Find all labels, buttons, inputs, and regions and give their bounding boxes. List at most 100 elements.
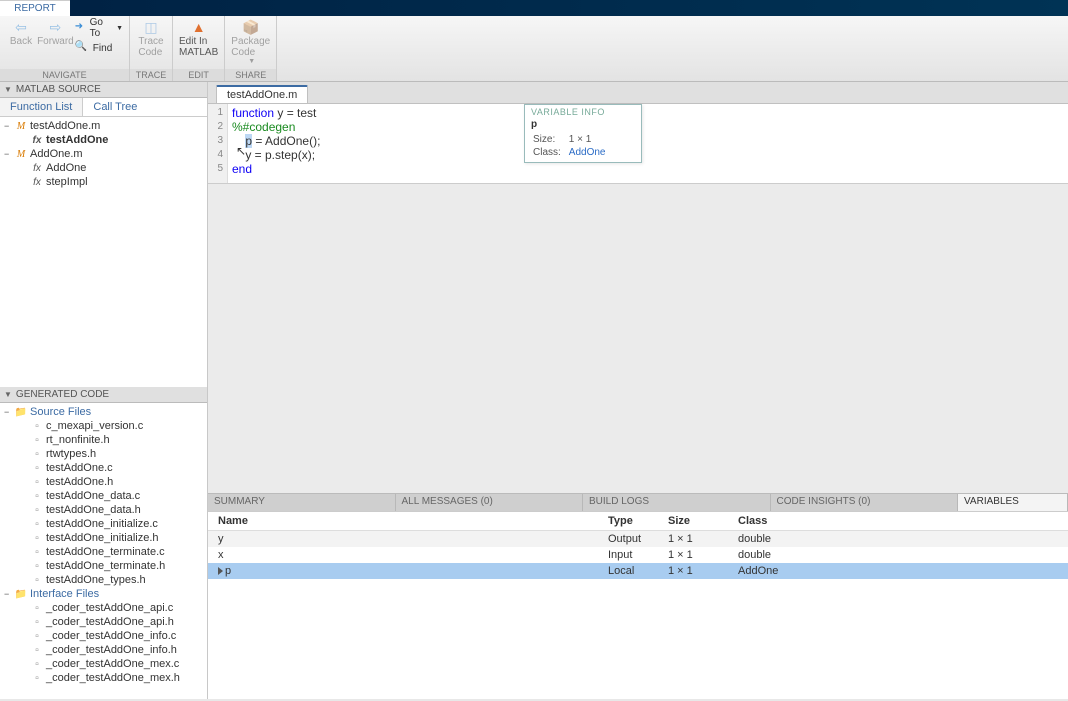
tree-item[interactable]: fxtestAddOne bbox=[0, 133, 207, 147]
fx-icon: fx bbox=[30, 177, 44, 188]
matlab-icon: ▲ bbox=[190, 18, 208, 36]
file-icon: ▫ bbox=[30, 617, 44, 628]
bottom-tabs: SUMMARY ALL MESSAGES (0) BUILD LOGS CODE… bbox=[208, 493, 1068, 511]
back-button[interactable]: ⇦Back bbox=[6, 18, 36, 47]
tree-item[interactable]: ▫testAddOne.h bbox=[0, 475, 207, 489]
edit-in-matlab-button[interactable]: ▲Edit In MATLAB bbox=[179, 18, 218, 58]
code-insights-tab[interactable]: CODE INSIGHTS (0) bbox=[771, 494, 959, 511]
tree-item[interactable]: ▫testAddOne_initialize.h bbox=[0, 531, 207, 545]
variables-table: Name Type Size Class yOutput1 × 1doublex… bbox=[208, 511, 1068, 699]
tooltip-class-link[interactable]: AddOne bbox=[569, 147, 606, 158]
file-icon: ▫ bbox=[30, 477, 44, 488]
file-icon: ▫ bbox=[30, 603, 44, 614]
tree-item[interactable]: ▫_coder_testAddOne_info.h bbox=[0, 643, 207, 657]
file-icon: ▫ bbox=[30, 575, 44, 586]
tree-item[interactable]: ▫rt_nonfinite.h bbox=[0, 433, 207, 447]
tree-item[interactable]: ▫_coder_testAddOne_mex.c bbox=[0, 657, 207, 671]
var-row[interactable]: xInput1 × 1double bbox=[208, 547, 1068, 563]
editor-tabs: testAddOne.m bbox=[208, 82, 1068, 104]
col-type[interactable]: Type bbox=[608, 515, 668, 527]
tooltip-var-name: p bbox=[531, 119, 635, 130]
tree-item[interactable]: ▫testAddOne_terminate.h bbox=[0, 559, 207, 573]
tree-item[interactable]: ▫testAddOne_types.h bbox=[0, 573, 207, 587]
file-icon: ▫ bbox=[30, 435, 44, 446]
cursor-icon: ↖ bbox=[236, 144, 246, 158]
tooltip-title: VARIABLE INFO bbox=[531, 107, 635, 117]
tree-item[interactable]: ▫testAddOne_terminate.c bbox=[0, 545, 207, 559]
tree-item[interactable]: ▫_coder_testAddOne_mex.h bbox=[0, 671, 207, 685]
tree-item[interactable]: ▫_coder_testAddOne_api.h bbox=[0, 615, 207, 629]
call-tree-tab[interactable]: Call Tree bbox=[83, 98, 147, 116]
file-icon: ▫ bbox=[30, 533, 44, 544]
report-tab[interactable]: REPORT bbox=[0, 0, 70, 16]
left-sidebar: ▼MATLAB SOURCE Function List Call Tree −… bbox=[0, 82, 208, 699]
source-subtabs: Function List Call Tree bbox=[0, 98, 207, 117]
tree-item[interactable]: −📁Interface Files bbox=[0, 587, 207, 601]
folder-icon: 📁 bbox=[14, 589, 28, 600]
trace-icon: ◫ bbox=[142, 18, 160, 36]
tree-item[interactable]: fxAddOne bbox=[0, 161, 207, 175]
tree-item[interactable]: −MtestAddOne.m bbox=[0, 119, 207, 133]
col-size[interactable]: Size bbox=[668, 515, 738, 527]
gutter: 12345 bbox=[208, 104, 228, 183]
collapse-icon: ▼ bbox=[4, 390, 12, 399]
file-icon: ▫ bbox=[30, 463, 44, 474]
tree-item[interactable]: ▫rtwtypes.h bbox=[0, 447, 207, 461]
summary-tab[interactable]: SUMMARY bbox=[208, 494, 396, 511]
tree-item[interactable]: ▫testAddOne_data.c bbox=[0, 489, 207, 503]
package-icon: 📦 bbox=[242, 18, 260, 36]
tree-item[interactable]: ▫_coder_testAddOne_api.c bbox=[0, 601, 207, 615]
editor-area[interactable]: 12345 function y = test%#codegen p = Add… bbox=[208, 104, 1068, 493]
file-icon: ▫ bbox=[30, 659, 44, 670]
source-tree[interactable]: −MtestAddOne.mfxtestAddOne−MAddOne.mfxAd… bbox=[0, 117, 207, 387]
back-icon: ⇦ bbox=[12, 18, 30, 36]
all-messages-tab[interactable]: ALL MESSAGES (0) bbox=[396, 494, 584, 511]
fx-icon: fx bbox=[30, 135, 44, 146]
file-icon: ▫ bbox=[30, 449, 44, 460]
trace-label: TRACE bbox=[130, 69, 172, 81]
collapse-icon: ▼ bbox=[4, 85, 12, 94]
folder-icon: 📁 bbox=[14, 407, 28, 418]
tree-item[interactable]: −📁Source Files bbox=[0, 405, 207, 419]
variables-tab[interactable]: VARIABLES bbox=[958, 494, 1068, 511]
file-icon: ▫ bbox=[30, 561, 44, 572]
var-table-header: Name Type Size Class bbox=[208, 512, 1068, 531]
goto-button[interactable]: ➜Go To▼ bbox=[75, 18, 123, 38]
share-label: SHARE bbox=[225, 69, 276, 81]
tree-item[interactable]: ▫_coder_testAddOne_info.c bbox=[0, 629, 207, 643]
m-file-icon: M bbox=[14, 149, 28, 160]
build-logs-tab[interactable]: BUILD LOGS bbox=[583, 494, 771, 511]
var-row[interactable]: pLocal1 × 1AddOne bbox=[208, 563, 1068, 579]
file-icon: ▫ bbox=[30, 673, 44, 684]
col-class[interactable]: Class bbox=[738, 515, 1068, 527]
chevron-down-icon: ▼ bbox=[116, 25, 123, 32]
navigate-label: NAVIGATE bbox=[0, 69, 129, 81]
function-list-tab[interactable]: Function List bbox=[0, 98, 83, 116]
generated-code-tree[interactable]: −📁Source Files▫c_mexapi_version.c▫rt_non… bbox=[0, 403, 207, 699]
fx-icon: fx bbox=[30, 163, 44, 174]
chevron-down-icon: ▼ bbox=[248, 58, 255, 65]
file-icon: ▫ bbox=[30, 547, 44, 558]
file-icon: ▫ bbox=[30, 491, 44, 502]
tree-item[interactable]: ▫testAddOne.c bbox=[0, 461, 207, 475]
forward-button[interactable]: ⇨Forward bbox=[40, 18, 71, 47]
tree-item[interactable]: ▫c_mexapi_version.c bbox=[0, 419, 207, 433]
col-name[interactable]: Name bbox=[208, 515, 608, 527]
generated-code-header[interactable]: ▼GENERATED CODE bbox=[0, 387, 207, 403]
tree-item[interactable]: ▫testAddOne_initialize.c bbox=[0, 517, 207, 531]
file-icon: ▫ bbox=[30, 519, 44, 530]
find-button[interactable]: 🔍Find bbox=[75, 38, 123, 58]
trace-code-button[interactable]: ◫Trace Code bbox=[136, 18, 166, 58]
tab-strip: REPORT bbox=[0, 0, 1068, 16]
file-icon: ▫ bbox=[30, 631, 44, 642]
var-row[interactable]: yOutput1 × 1double bbox=[208, 531, 1068, 547]
tree-item[interactable]: −MAddOne.m bbox=[0, 147, 207, 161]
editor-tab-active[interactable]: testAddOne.m bbox=[216, 85, 308, 103]
file-icon: ▫ bbox=[30, 421, 44, 432]
tree-item[interactable]: ▫testAddOne_data.h bbox=[0, 503, 207, 517]
matlab-source-header[interactable]: ▼MATLAB SOURCE bbox=[0, 82, 207, 98]
tree-item[interactable]: fxstepImpl bbox=[0, 175, 207, 189]
variable-info-tooltip: VARIABLE INFO p Size:1 × 1 Class:AddOne bbox=[524, 104, 642, 163]
m-file-icon: M bbox=[14, 121, 28, 132]
package-code-button[interactable]: 📦Package Code▼ bbox=[231, 18, 270, 65]
